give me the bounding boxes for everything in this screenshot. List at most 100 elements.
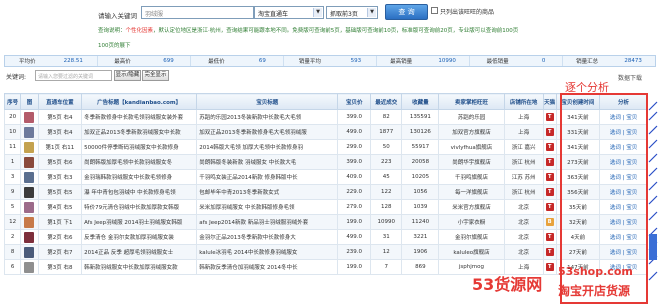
- product-thumbnail[interactable]: [20, 139, 39, 155]
- tmall-icon: T: [545, 233, 554, 241]
- tmall-cell: T: [542, 199, 557, 215]
- table-row[interactable]: 8 第2页 右7 2014正品 反季 超厚毛领羽绒服女士 kalule冰羽毛 2014…: [3, 244, 648, 260]
- product-thumbnail[interactable]: [20, 214, 39, 230]
- product-image[interactable]: [24, 261, 35, 273]
- product-title-link[interactable]: 金羽尔正品2013冬季新款中长款修身大: [196, 229, 339, 245]
- table-row[interactable]: 1 第5页 右6 尚朗韩版加厚毛领中长款羽绒服女冬 尚朗韩版冬装新款 羽绒服女 中长款…: [3, 154, 648, 170]
- recent-sales: 82: [369, 109, 403, 125]
- product-title-link[interactable]: 千羽鸣女装正品2014新款 修身韩版中长: [196, 169, 339, 185]
- show-all-button[interactable]: 完全显示: [142, 70, 169, 81]
- product-thumbnail[interactable]: [20, 124, 39, 140]
- seller-link[interactable]: 加双官方旗舰店: [438, 124, 505, 140]
- product-image[interactable]: [24, 126, 35, 138]
- only-seller-label: 只列出该旺旺的商品: [440, 9, 495, 16]
- seller-link[interactable]: 每一洋旗舰店: [438, 184, 505, 200]
- product-image[interactable]: [24, 231, 35, 243]
- product-image[interactable]: [24, 201, 35, 213]
- seller-link[interactable]: 千羽鸣旗舰店: [438, 169, 505, 185]
- product-thumbnail[interactable]: [20, 199, 39, 215]
- product-thumbnail[interactable]: [20, 184, 39, 200]
- product-image[interactable]: [24, 171, 35, 183]
- product-thumbnail[interactable]: [20, 154, 39, 170]
- table-row[interactable]: 11 第1页 右11 50000件停季断码羽绒服女中长款修身 2014韩版大毛领 加厚…: [3, 139, 648, 155]
- stat-min-sales: 最低销量 0: [470, 56, 563, 66]
- keyword-input[interactable]: 羽绒服: [141, 6, 254, 19]
- seller-link[interactable]: 米米官方旗舰店: [438, 199, 505, 215]
- col-header[interactable]: 卖家掌柜旺旺: [438, 93, 505, 110]
- col-header[interactable]: 店铺所在地: [503, 93, 544, 110]
- table-row[interactable]: 5 第4页 右5 特价79元清仓羽绒中长款加厚款女韩版 米米加厚羽绒服女 中长款韩版修…: [3, 199, 648, 215]
- product-title-link[interactable]: 米米加厚羽绒服女 中长款韩版修身毛领: [196, 199, 339, 215]
- col-header[interactable]: 序号: [3, 93, 22, 110]
- table-row[interactable]: 6 第3页 右8 韩新款羽绒服女中长款加厚羽绒服女款 韩新款反季清仓加羽绒服女 201…: [3, 259, 648, 275]
- seller-link[interactable]: kaluleo旗舰店: [438, 244, 505, 260]
- col-header[interactable]: 广告标题【kandianbao.com】: [81, 93, 198, 110]
- product-title-link[interactable]: 苏蹈的乐园2013冬装新款中长款毛大毛领: [196, 109, 339, 125]
- product-title-link[interactable]: 包邮毕年中青2013冬季新款女式: [196, 184, 339, 200]
- tmall-icon: T: [545, 173, 554, 181]
- col-header[interactable]: 直通车位置: [37, 93, 83, 110]
- product-thumbnail[interactable]: [20, 109, 39, 125]
- table-row[interactable]: 12 第1页 下1 Afs Jeep羽绒服 2014羽士羽绒服女韩版 afs Jeep…: [3, 214, 648, 230]
- toggle-button[interactable]: 显示/隐藏: [114, 70, 141, 81]
- product-title-link[interactable]: kalule冰羽毛 2014中长款修身羽绒服女: [196, 244, 339, 260]
- product-image[interactable]: [24, 186, 35, 198]
- ad-position: 第1页 下1: [37, 214, 83, 230]
- ad-title: 特价79元清仓羽绒中长款加厚款女韩版: [81, 199, 198, 215]
- col-header[interactable]: 天猫: [542, 93, 557, 110]
- seller-link[interactable]: vivlyfhua旗舰店: [438, 139, 505, 155]
- product-title-link[interactable]: afs Jeep2014新款 新品羽士羽绒服羽绒外套: [196, 214, 339, 230]
- table-row[interactable]: 2 第2页 右6 反季清仓 金羽尔女款加厚羽绒服女装 金羽尔正品2013冬季新款中长款…: [3, 229, 648, 245]
- filter-input[interactable]: 请输入您要过滤的关键词: [35, 70, 112, 81]
- product-image[interactable]: [24, 141, 35, 153]
- data-download-link[interactable]: 数据下载: [618, 73, 642, 82]
- col-header[interactable]: 最近成交: [369, 93, 403, 110]
- ad-title: 加双正品2013冬季新款羽绒服女中长款: [81, 124, 198, 140]
- seller-link[interactable]: 尚朗华宇旗舰店: [438, 154, 505, 170]
- product-thumbnail[interactable]: [20, 229, 39, 245]
- only-seller-checkbox[interactable]: [431, 7, 438, 14]
- ad-position: 第2页 右7: [37, 244, 83, 260]
- product-image[interactable]: [24, 156, 35, 168]
- price: 409.0: [337, 169, 371, 185]
- seller-link[interactable]: 苏蹈的乐园: [438, 109, 505, 125]
- product-title-link[interactable]: 加双正品2013冬季新款修身毛大毛领羽绒服: [196, 124, 339, 140]
- query-button[interactable]: 查 询: [385, 4, 428, 20]
- page-select[interactable]: 抓取前3页 ▼: [326, 6, 378, 19]
- price: 279.0: [337, 199, 371, 215]
- tmall-icon: T: [545, 113, 554, 121]
- mode-select[interactable]: 淘宝直通车 ▼: [254, 6, 324, 19]
- table-row[interactable]: 20 第5页 右4 冬季新款修身中长款毛领羽绒服女装外套 苏蹈的乐园2013冬装新款中…: [3, 109, 648, 125]
- recent-sales: 122: [369, 184, 403, 200]
- row-number: 2: [3, 229, 22, 245]
- ad-position: 第1页 右11: [37, 139, 83, 155]
- recent-sales: 50: [369, 139, 403, 155]
- col-header[interactable]: 宝贝标题: [196, 93, 339, 110]
- table-row[interactable]: 9 第5页 右5 瀑 年中青包包羽绒中 中长款修身毛领 包邮毕年中青2013冬季新款女…: [3, 184, 648, 200]
- product-image[interactable]: [24, 216, 35, 228]
- seller-link[interactable]: 小宇家衣橱: [438, 214, 505, 230]
- row-number: 20: [3, 109, 22, 125]
- seller-link[interactable]: 金羽尔旗舰店: [438, 229, 505, 245]
- ad-position: 第5页 右6: [37, 154, 83, 170]
- watermark-slogan: 淘宝开店货源: [558, 284, 631, 298]
- table-row[interactable]: 10 第3页 右4 加双正品2013冬季新款羽绒服女中长款 加双正品2013冬季新款修…: [3, 124, 648, 140]
- product-thumbnail[interactable]: [20, 244, 39, 260]
- product-image[interactable]: [24, 246, 35, 258]
- chevron-down-icon: ▼: [313, 8, 322, 17]
- tmall-cell: B: [542, 214, 557, 230]
- table-row[interactable]: 3 第3页 右3 金羽瑞韩款羽绒服女中长款毛领修身 千羽鸣女装正品2014新款 修身韩…: [3, 169, 648, 185]
- product-thumbnail[interactable]: [20, 259, 39, 275]
- product-title-link[interactable]: 2014韩版大毛领 加厚大毛领中长款修身羽: [196, 139, 339, 155]
- col-header[interactable]: 收藏量: [401, 93, 440, 110]
- stat-total-sales: 销量汇总 28473: [576, 58, 642, 65]
- product-thumbnail[interactable]: [20, 169, 39, 185]
- col-header[interactable]: 宝贝价: [337, 93, 371, 110]
- notice-highlight: 个性化因素: [125, 28, 154, 34]
- product-title-link[interactable]: 韩新款反季清仓加羽绒服女 2014冬中长: [196, 259, 339, 275]
- ad-position: 第3页 右4: [37, 124, 83, 140]
- shop-location: 北京: [503, 229, 544, 245]
- product-image[interactable]: [24, 111, 35, 123]
- ad-position: 第4页 右5: [37, 199, 83, 215]
- product-title-link[interactable]: 尚朗韩版冬装新款 羽绒服女 中长款大毛: [196, 154, 339, 170]
